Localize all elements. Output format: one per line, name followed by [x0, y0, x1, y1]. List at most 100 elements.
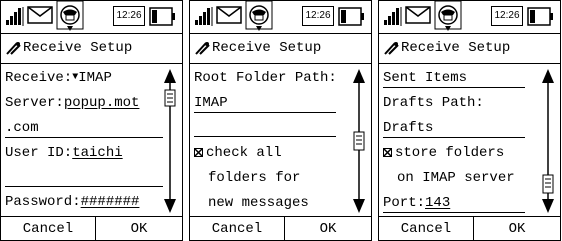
phone-screen-receive-setup-1: 12:26 Receive Setup Receive:▼IMAP Server…	[0, 0, 183, 241]
ok-button[interactable]: OK	[474, 217, 560, 241]
scroll-up-arrow-icon	[353, 69, 365, 83]
scroll-down-arrow-icon	[353, 199, 365, 213]
tools-settings-icon	[6, 42, 21, 55]
clock-time: 12:26	[113, 6, 145, 26]
phone-screen-receive-setup-2: 12:26 Receive Setup Root Folder Path: IM…	[189, 0, 372, 241]
check-all-checkbox[interactable]	[194, 148, 203, 157]
cancel-button[interactable]: Cancel	[379, 217, 474, 241]
title-bar: Receive Setup	[1, 33, 182, 64]
empty-field-underline[interactable]	[194, 136, 336, 137]
signal-strength-icon	[6, 7, 24, 26]
scrollbar[interactable]	[351, 69, 367, 213]
tools-settings-icon	[195, 42, 210, 55]
server-underline	[5, 137, 163, 138]
status-icons	[195, 1, 364, 31]
phone-screen-receive-setup-3: 12:26 Receive Setup Sent Items Drafts Pa…	[378, 0, 561, 241]
drafts-path-field[interactable]: Drafts	[383, 118, 433, 138]
scrollbar[interactable]	[162, 69, 178, 213]
userid-row[interactable]: User ID:taichi	[5, 143, 123, 163]
status-bar: 12:26	[379, 1, 560, 34]
port-field[interactable]: 143	[425, 195, 450, 211]
scroll-up-arrow-icon	[542, 69, 554, 83]
scroll-up-arrow-icon	[164, 69, 176, 83]
scroll-down-arrow-icon	[164, 199, 176, 213]
scroll-thumb	[164, 89, 176, 107]
port-label: Port:	[383, 195, 426, 211]
check-all-label-2: folders for	[208, 170, 301, 186]
server-label: Server:	[5, 95, 64, 111]
store-folders-label[interactable]: store folders	[395, 145, 504, 161]
envelope-icon	[27, 6, 53, 24]
password-field[interactable]: #######	[81, 194, 140, 210]
title-bar: Receive Setup	[379, 33, 560, 64]
check-all-row[interactable]: check all	[194, 143, 282, 163]
password-row[interactable]: Password:#######	[5, 192, 139, 212]
battery-icon	[149, 7, 175, 26]
userid-field[interactable]: taichi	[72, 145, 122, 161]
scroll-thumb	[353, 131, 365, 151]
root-folder-underline	[194, 112, 336, 113]
drafts-path-underline	[383, 137, 525, 138]
page-title: Receive Setup	[23, 40, 133, 56]
server-field[interactable]: popup.mot	[64, 95, 140, 111]
scrollbar-track[interactable]	[162, 69, 178, 213]
drafts-path-label: Drafts Path:	[383, 95, 484, 111]
softkey-bar: Cancel OK	[1, 216, 182, 241]
phone-call-icon	[434, 1, 462, 31]
port-row[interactable]: Port:143	[383, 193, 450, 213]
scroll-down-arrow-icon	[542, 199, 554, 213]
chevron-down-icon[interactable]: ▼	[72, 72, 78, 83]
store-folders-row[interactable]: store folders	[383, 143, 504, 163]
cancel-button[interactable]: Cancel	[1, 217, 96, 241]
tools-settings-icon	[384, 42, 399, 55]
server-field-continued[interactable]: .com	[5, 120, 39, 136]
cancel-button[interactable]: Cancel	[190, 217, 285, 241]
envelope-icon	[216, 6, 242, 24]
settings-form: Sent Items Drafts Path: Drafts store fol…	[379, 64, 560, 216]
page-title: Receive Setup	[212, 40, 322, 56]
checkmark-x-icon	[383, 148, 392, 157]
clock-time: 12:26	[302, 6, 334, 26]
store-folders-label-2: on IMAP server	[397, 170, 515, 186]
settings-form: Receive:▼IMAP Server:popup.mot .com User…	[1, 64, 182, 216]
page-title: Receive Setup	[401, 40, 511, 56]
port-underline	[383, 212, 525, 213]
status-icons	[384, 1, 553, 31]
scrollbar-track[interactable]	[351, 69, 367, 213]
sent-path-field[interactable]: Sent Items	[383, 68, 467, 88]
status-icons	[6, 1, 175, 31]
phone-call-icon	[56, 1, 84, 31]
checkmark-x-icon	[194, 148, 203, 157]
empty-field-underline[interactable]	[5, 186, 163, 187]
signal-strength-icon	[384, 7, 402, 26]
receive-row[interactable]: Receive:▼IMAP	[5, 68, 112, 88]
root-folder-field[interactable]: IMAP	[194, 93, 228, 113]
scrollbar[interactable]	[540, 69, 556, 213]
status-bar: 12:26	[1, 1, 182, 34]
scrollbar-track[interactable]	[540, 69, 556, 213]
server-row-continued[interactable]: .com	[5, 118, 39, 138]
battery-icon	[338, 7, 364, 26]
password-label: Password:	[5, 194, 81, 210]
battery-icon	[527, 7, 553, 26]
check-all-label[interactable]: check all	[206, 145, 282, 161]
settings-form: Root Folder Path: IMAP check all folders…	[190, 64, 371, 216]
ok-button[interactable]: OK	[96, 217, 182, 241]
status-bar: 12:26	[190, 1, 371, 34]
ok-button[interactable]: OK	[285, 217, 371, 241]
userid-label: User ID:	[5, 145, 73, 161]
phone-call-icon	[245, 1, 273, 31]
receive-label: Receive:	[5, 70, 73, 86]
check-all-label-3: new messages	[208, 195, 309, 211]
title-bar: Receive Setup	[190, 33, 371, 64]
store-folders-checkbox[interactable]	[383, 148, 392, 157]
envelope-icon	[405, 6, 431, 24]
softkey-bar: Cancel OK	[379, 216, 560, 241]
scroll-thumb	[542, 174, 554, 194]
clock-time: 12:26	[491, 6, 523, 26]
signal-strength-icon	[195, 7, 213, 26]
receive-protocol-value[interactable]: IMAP	[78, 70, 112, 86]
sent-path-underline	[383, 87, 525, 88]
root-folder-label: Root Folder Path:	[194, 70, 337, 86]
server-row[interactable]: Server:popup.mot	[5, 93, 139, 113]
